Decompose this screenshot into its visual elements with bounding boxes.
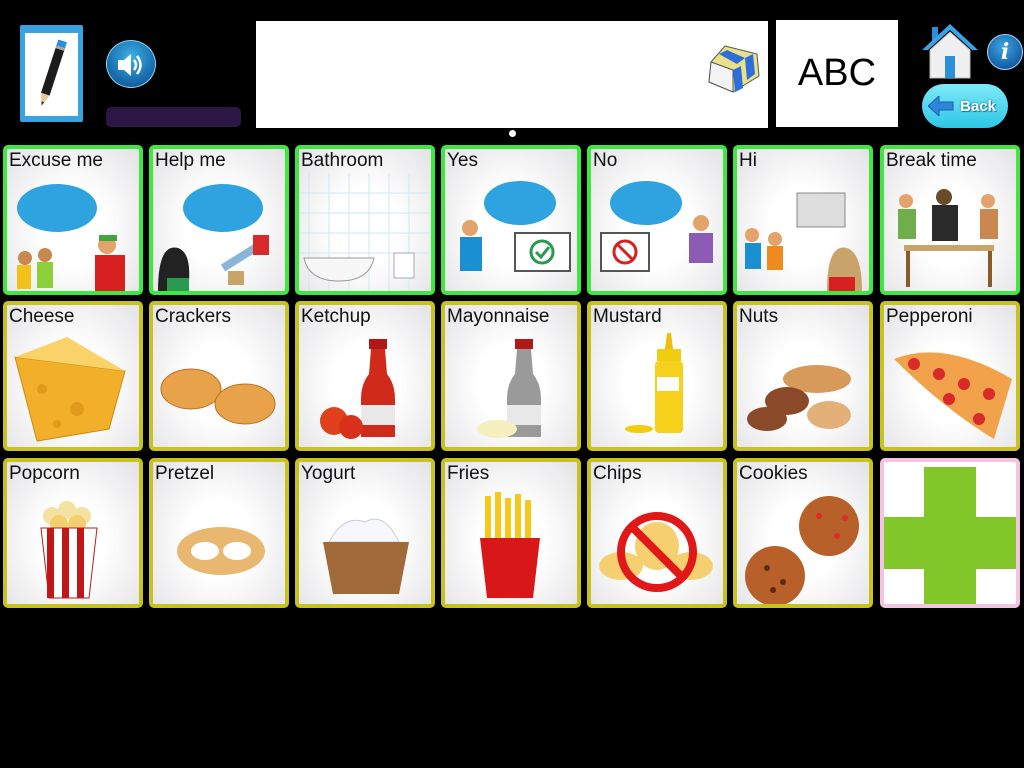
- speaker-icon: [118, 54, 142, 76]
- symbol-label: Excuse me: [9, 150, 103, 171]
- speech-progress-bar: [106, 107, 241, 127]
- symbol-label: Yes: [447, 150, 478, 171]
- no-sign-icon: [600, 181, 713, 272]
- popcorn-icon: [40, 501, 98, 599]
- fries-icon: [480, 492, 540, 598]
- symbol-button-help-me[interactable]: Help me: [149, 145, 289, 295]
- pretzel-icon: [177, 527, 265, 575]
- symbol-label: Bathroom: [301, 150, 384, 171]
- symbol-label: Help me: [155, 150, 226, 171]
- symbol-button-hi[interactable]: Hi: [733, 145, 873, 295]
- home-button[interactable]: [920, 22, 980, 80]
- symbol-button-pretzel[interactable]: Pretzel: [149, 458, 289, 608]
- clear-message-button[interactable]: [705, 40, 763, 98]
- symbol-button-nuts[interactable]: Nuts: [733, 301, 873, 451]
- notepad: [25, 33, 78, 116]
- back-button[interactable]: Back: [922, 84, 1008, 128]
- yes-sign-icon: [460, 181, 571, 272]
- symbol-button-fries[interactable]: Fries: [441, 458, 581, 608]
- symbol-label: Cheese: [9, 306, 75, 327]
- symbol-button-add[interactable]: [880, 458, 1020, 608]
- symbol-label: Mayonnaise: [447, 306, 550, 327]
- back-label: Back: [960, 97, 996, 115]
- symbol-label: Mustard: [593, 306, 662, 327]
- mayonnaise-bottle-icon: [477, 339, 541, 438]
- yogurt-icon: [323, 518, 409, 594]
- people-talking-icon: [17, 184, 125, 291]
- nuts-icon: [747, 365, 851, 431]
- symbol-button-cheese[interactable]: Cheese: [3, 301, 143, 451]
- symbol-button-break-time[interactable]: Break time: [880, 145, 1020, 295]
- symbol-label: Popcorn: [9, 463, 80, 484]
- ketchup-bottle-icon: [320, 339, 395, 439]
- symbol-label: Pepperoni: [886, 306, 973, 327]
- home-icon: [922, 24, 978, 79]
- symbol-button-yogurt[interactable]: Yogurt: [295, 458, 435, 608]
- symbol-label: Yogurt: [301, 463, 356, 484]
- symbol-button-yes[interactable]: Yes: [441, 145, 581, 295]
- mustard-bottle-icon: [625, 333, 683, 433]
- symbol-label: Pretzel: [155, 463, 215, 484]
- cheese-icon: [14, 337, 126, 442]
- symbol-button-chips[interactable]: Chips: [587, 458, 727, 608]
- speak-button[interactable]: [106, 40, 156, 88]
- symbol-label: Chips: [593, 463, 642, 484]
- symbol-button-crackers[interactable]: Crackers: [149, 301, 289, 451]
- eraser-icon: [708, 45, 760, 93]
- symbol-button-pepperoni[interactable]: Pepperoni: [880, 301, 1020, 451]
- back-arrow-icon: [928, 96, 954, 116]
- pepperoni-icon: [894, 352, 1012, 439]
- cookies-icon: [745, 496, 859, 604]
- symbol-button-no[interactable]: No: [587, 145, 727, 295]
- notes-button[interactable]: [20, 25, 83, 122]
- pencil-icon: [41, 39, 67, 106]
- people-at-table-icon: [898, 189, 998, 287]
- greeting-icon: [745, 192, 862, 291]
- symbol-button-cookies[interactable]: Cookies: [733, 458, 873, 608]
- symbol-button-mayonnaise[interactable]: Mayonnaise: [441, 301, 581, 451]
- add-plus-icon: [884, 467, 1016, 604]
- page-indicator-dot[interactable]: [509, 130, 516, 137]
- info-button[interactable]: i: [987, 34, 1023, 70]
- person-falling-icon: [158, 184, 269, 291]
- symbol-label: Nuts: [739, 306, 779, 327]
- keyboard-label: ABC: [797, 52, 877, 94]
- info-icon: i: [1000, 39, 1010, 65]
- crackers-icon: [160, 368, 276, 425]
- symbol-button-popcorn[interactable]: Popcorn: [3, 458, 143, 608]
- symbol-button-excuse-me[interactable]: Excuse me: [3, 145, 143, 295]
- symbol-label: Cookies: [739, 463, 808, 484]
- bathroom-icon: [299, 173, 431, 291]
- no-chips-icon: [599, 512, 713, 592]
- keyboard-button[interactable]: ABC: [776, 20, 898, 127]
- symbol-label: Fries: [447, 463, 490, 484]
- symbol-label: Hi: [739, 150, 757, 171]
- symbol-label: Ketchup: [301, 306, 371, 327]
- symbol-label: Crackers: [155, 306, 232, 327]
- symbol-label: No: [593, 150, 618, 171]
- symbol-label: Break time: [886, 150, 977, 171]
- symbol-button-mustard[interactable]: Mustard: [587, 301, 727, 451]
- symbol-button-bathroom[interactable]: Bathroom: [295, 145, 435, 295]
- symbol-button-ketchup[interactable]: Ketchup: [295, 301, 435, 451]
- message-window[interactable]: [256, 21, 768, 128]
